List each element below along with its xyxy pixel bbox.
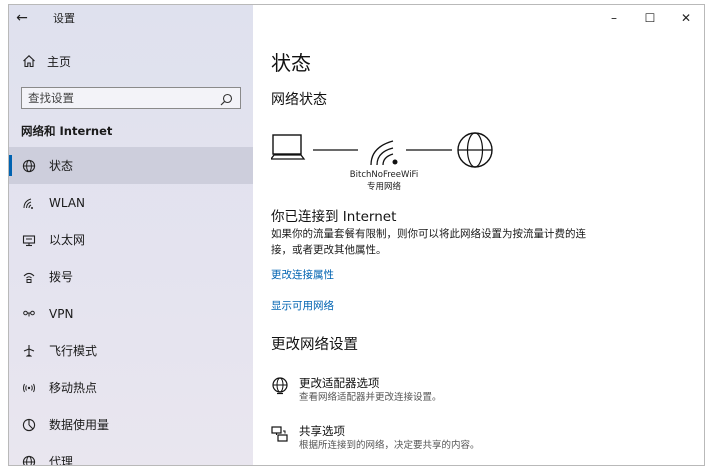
sharing-options-title: 共享选项 xyxy=(299,424,345,438)
connection-status-description: 如果你的流量套餐有限制，则你可以将此网络设置为按流量计费的连接，或者更改其他属性… xyxy=(271,228,586,256)
network-type: 专用网络 xyxy=(366,182,401,192)
home-icon xyxy=(21,54,37,68)
airplane-icon xyxy=(21,343,37,359)
sidebar-item-proxy[interactable]: 代理 xyxy=(9,443,253,466)
proxy-globe-icon xyxy=(21,454,37,465)
change-network-settings-heading: 更改网络设置 xyxy=(271,337,358,353)
back-button[interactable]: ← xyxy=(9,5,35,31)
sharing-options-item[interactable]: 共享选项 根据所连接到的网络，决定要共享的内容。 xyxy=(271,423,480,452)
sidebar-nav: 状态 WLAN 以太网 拨号 VPN 飞行模式 移动热点 数据使用量 代理 xyxy=(9,147,253,466)
search-box[interactable] xyxy=(21,87,241,109)
adapter-options-item[interactable]: 更改适配器选项 查看网络适配器并更改连接设置。 xyxy=(271,375,442,404)
internet-globe-icon xyxy=(457,132,493,168)
wifi-icon xyxy=(21,195,37,211)
sidebar-item-ethernet[interactable]: 以太网 xyxy=(9,221,253,258)
sidebar-item-label: VPN xyxy=(49,306,74,321)
adapter-options-subtitle: 查看网络适配器并更改连接设置。 xyxy=(299,392,442,403)
wifi-signal-icon xyxy=(370,140,398,166)
sidebar-item-label: 拨号 xyxy=(49,270,74,284)
sidebar: ← 设置 主页 网络和 Internet 状态 xyxy=(9,5,253,465)
sidebar-item-label: 状态 xyxy=(49,159,74,173)
page-title: 状态 xyxy=(271,51,311,75)
ethernet-icon xyxy=(21,232,37,248)
sidebar-item-label: 飞行模式 xyxy=(49,344,98,358)
sidebar-item-label: 数据使用量 xyxy=(49,418,110,432)
sidebar-item-vpn[interactable]: VPN xyxy=(9,295,253,332)
app-title: 设置 xyxy=(53,12,75,25)
network-label: BitchNoFreeWiFi 专用网络 xyxy=(339,169,429,193)
vpn-icon xyxy=(21,306,37,322)
sidebar-item-label: 移动热点 xyxy=(49,381,98,395)
change-connection-properties-link[interactable]: 更改连接属性 xyxy=(271,267,334,282)
title-bar-left: ← 设置 xyxy=(9,5,75,31)
sidebar-item-airplane-mode[interactable]: 飞行模式 xyxy=(9,332,253,369)
sharing-icon xyxy=(271,425,291,445)
sidebar-item-label: WLAN xyxy=(49,195,86,210)
globe-icon xyxy=(21,158,37,174)
sidebar-item-data-usage[interactable]: 数据使用量 xyxy=(9,406,253,443)
dialup-icon xyxy=(21,269,37,285)
show-available-networks-link[interactable]: 显示可用网络 xyxy=(271,298,334,313)
search-icon[interactable] xyxy=(220,91,234,106)
home-label: 主页 xyxy=(47,54,72,69)
home-nav-item[interactable]: 主页 xyxy=(21,49,71,73)
sidebar-item-dialup[interactable]: 拨号 xyxy=(9,258,253,295)
sharing-options-subtitle: 根据所连接到的网络，决定要共享的内容。 xyxy=(299,440,480,451)
connection-status-title: 你已连接到 Internet xyxy=(271,209,397,225)
sidebar-item-wlan[interactable]: WLAN xyxy=(9,184,253,221)
sidebar-item-label: 代理 xyxy=(49,455,74,466)
sidebar-item-status[interactable]: 状态 xyxy=(9,147,253,184)
network-status-heading: 网络状态 xyxy=(271,92,327,108)
settings-window: ← 设置 主页 网络和 Internet 状态 xyxy=(8,4,705,466)
hotspot-icon xyxy=(21,380,37,396)
adapter-options-title: 更改适配器选项 xyxy=(299,376,380,390)
data-usage-icon xyxy=(21,417,37,433)
search-input[interactable] xyxy=(28,91,220,105)
network-name: BitchNoFreeWiFi xyxy=(349,170,419,180)
sidebar-item-mobile-hotspot[interactable]: 移动热点 xyxy=(9,369,253,406)
laptop-icon xyxy=(271,134,306,160)
main-content: 状态 网络状态 BitchNoFreeWiFi 专用网络 你已连接到 Inter… xyxy=(271,5,704,465)
sidebar-item-label: 以太网 xyxy=(49,233,86,247)
adapter-globe-icon xyxy=(271,377,291,397)
section-title: 网络和 Internet xyxy=(21,124,113,138)
